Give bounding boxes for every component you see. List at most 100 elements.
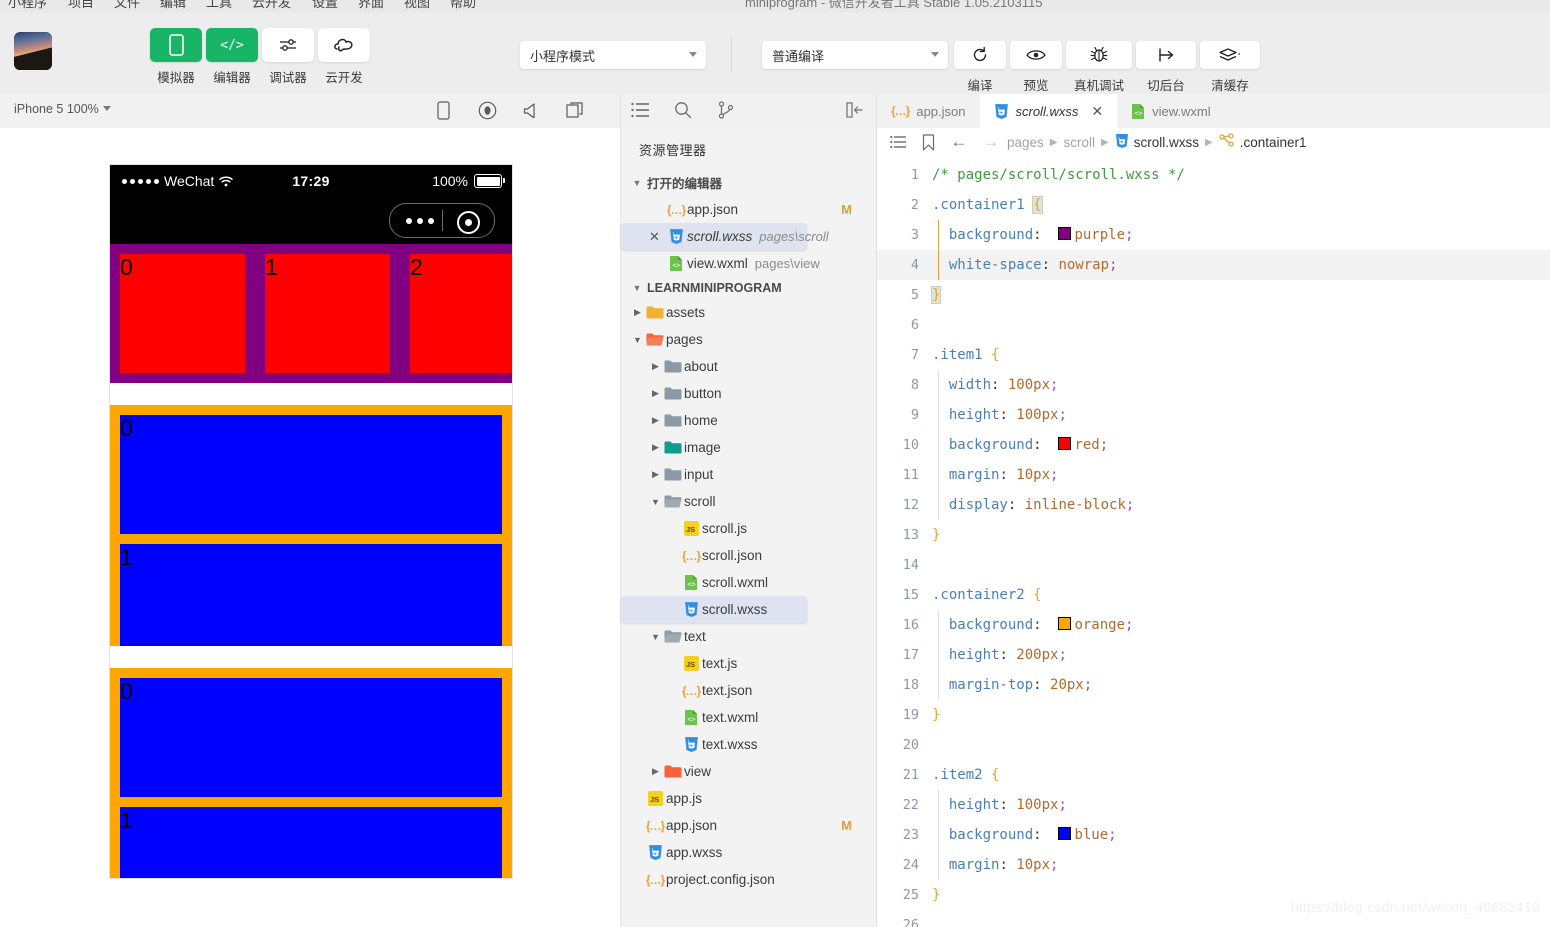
code-line[interactable]: 9 height: 100px; <box>877 400 1550 430</box>
code-line[interactable]: 5} <box>877 280 1550 310</box>
file-tree-item[interactable]: ▶home <box>621 407 876 434</box>
file-tree-item[interactable]: ▶image <box>621 434 876 461</box>
code-line[interactable]: 21.item2 { <box>877 760 1550 790</box>
file-tree-item[interactable]: {…}text.json <box>621 677 876 704</box>
menu-item[interactable]: 帮助 <box>450 0 476 11</box>
code-line[interactable]: 13} <box>877 520 1550 550</box>
code-line[interactable]: 11 margin: 10px; <box>877 460 1550 490</box>
menu-item[interactable]: 工具 <box>206 0 232 11</box>
code-line[interactable]: 4 white-space: nowrap; <box>877 250 1550 280</box>
files-icon[interactable] <box>628 98 652 122</box>
code-line[interactable]: 15.container2 { <box>877 580 1550 610</box>
file-tree-item[interactable]: app.wxss <box>621 839 876 866</box>
scroll-container-vertical-1[interactable]: 01 <box>110 405 512 646</box>
chevron-down-icon[interactable]: ▼ <box>649 497 662 507</box>
editor-tab[interactable]: scroll.wxss✕ <box>980 94 1118 128</box>
code-line[interactable]: 19} <box>877 700 1550 730</box>
menu-item[interactable]: 界面 <box>358 0 384 11</box>
file-tree-item[interactable]: ▶about <box>621 353 876 380</box>
scroll-container-horizontal[interactable]: 012 <box>110 244 512 383</box>
chevron-right-icon[interactable]: ▶ <box>649 415 662 426</box>
collapse-panel-icon[interactable] <box>843 98 867 122</box>
code-line[interactable]: 1/* pages/scroll/scroll.wxss */ <box>877 160 1550 190</box>
code-line[interactable]: 17 height: 200px; <box>877 640 1550 670</box>
close-icon[interactable]: ✕ <box>1091 104 1103 118</box>
code-line[interactable]: 16 background: orange; <box>877 610 1550 640</box>
chevron-right-icon[interactable]: ▶ <box>649 469 662 480</box>
file-tree-item[interactable]: ▶input <box>621 461 876 488</box>
file-tree-item[interactable]: ▶button <box>621 380 876 407</box>
chevron-right-icon[interactable]: ▶ <box>649 361 662 372</box>
toolbar-button-simulator[interactable]: 模拟器 <box>150 28 202 86</box>
file-tree-item[interactable]: <>text.wxml <box>621 704 876 731</box>
action-compile[interactable]: 编译 <box>954 41 1006 94</box>
menu-item[interactable]: 云开发 <box>252 0 291 11</box>
open-editors-section[interactable]: ▼ 打开的编辑器 <box>621 169 876 196</box>
editor-tab[interactable]: <>view.wxml <box>1117 94 1225 128</box>
action-real-device-debug[interactable]: 真机调试 <box>1066 41 1132 94</box>
action-preview[interactable]: 预览 <box>1010 41 1062 94</box>
user-avatar[interactable] <box>14 32 52 70</box>
menu-item[interactable]: 项目 <box>68 0 94 11</box>
breadcrumb-segment-scroll[interactable]: scroll <box>1064 135 1096 150</box>
rotate-device-icon[interactable] <box>432 98 454 122</box>
code-line[interactable]: 10 background: red; <box>877 430 1550 460</box>
chevron-right-icon[interactable]: ▶ <box>631 307 644 318</box>
file-tree-item[interactable]: ▶assets <box>621 299 876 326</box>
breadcrumb-segment-selector[interactable]: .container1 <box>1240 135 1307 150</box>
code-line[interactable]: 20 <box>877 730 1550 760</box>
chevron-down-icon[interactable]: ▼ <box>631 335 644 345</box>
project-section[interactable]: ▼ LEARNMINIPROGRAM <box>621 277 876 299</box>
breadcrumb-segment-pages[interactable]: pages <box>1007 135 1044 150</box>
compile-select[interactable]: 普通编译 <box>762 41 948 69</box>
screenshot-icon[interactable] <box>564 98 586 122</box>
toolbar-button-cloud[interactable]: 云开发 <box>318 28 370 86</box>
code-line[interactable]: 24 margin: 10px; <box>877 850 1550 880</box>
toolbar-button-editor[interactable]: </> 编辑器 <box>206 28 258 86</box>
file-tree-item[interactable]: <>scroll.wxml <box>621 569 876 596</box>
file-tree-item[interactable]: scroll.wxss <box>621 596 807 623</box>
menu-item[interactable]: 小程序 <box>8 0 47 11</box>
menu-item[interactable]: 视图 <box>404 0 430 11</box>
file-tree-item[interactable]: ▼text <box>621 623 876 650</box>
menu-item[interactable]: 设置 <box>312 0 338 11</box>
file-tree-item[interactable]: {…}scroll.json <box>621 542 876 569</box>
menu-item[interactable]: 编辑 <box>160 0 186 11</box>
chevron-right-icon[interactable]: ▶ <box>649 766 662 777</box>
file-tree-item[interactable]: {…}project.config.json <box>621 866 876 893</box>
toolbar-button-debugger[interactable]: 调试器 <box>262 28 314 86</box>
open-editor-item[interactable]: {…}app.jsonM <box>621 196 876 223</box>
code-area[interactable]: 1/* pages/scroll/scroll.wxss */2.contain… <box>877 160 1550 927</box>
record-icon[interactable] <box>476 98 498 122</box>
chevron-right-icon[interactable]: ▶ <box>649 388 662 399</box>
file-tree-item[interactable]: ▼scroll <box>621 488 876 515</box>
search-icon[interactable] <box>671 98 695 122</box>
forward-arrow-icon[interactable]: → <box>975 132 1007 152</box>
file-tree-item[interactable]: ▶view <box>621 758 876 785</box>
open-editor-item[interactable]: ✕scroll.wxsspages\scroll <box>621 223 807 250</box>
device-selector[interactable]: iPhone 5 100% <box>14 102 111 116</box>
code-line[interactable]: 12 display: inline-block; <box>877 490 1550 520</box>
chevron-down-icon[interactable]: ▼ <box>649 632 662 642</box>
chevron-right-icon[interactable]: ▶ <box>649 442 662 453</box>
code-line[interactable]: 8 width: 100px; <box>877 370 1550 400</box>
wechat-capsule-button[interactable] <box>389 203 495 238</box>
code-line[interactable]: 7.item1 { <box>877 340 1550 370</box>
code-line[interactable]: 14 <box>877 550 1550 580</box>
mode-select[interactable]: 小程序模式 <box>520 41 706 69</box>
open-editor-item[interactable]: <>view.wxmlpages\view <box>621 250 876 277</box>
menu-bar[interactable]: miniprogram - 微信开发者工具 Stable 1.05.210311… <box>0 0 1550 12</box>
code-line[interactable]: 23 background: blue; <box>877 820 1550 850</box>
editor-tab[interactable]: {…}app.json <box>877 94 980 128</box>
menu-item[interactable]: 文件 <box>114 0 140 11</box>
file-tree-item[interactable]: {…}app.jsonM <box>621 812 876 839</box>
file-tree-item[interactable]: text.wxss <box>621 731 876 758</box>
bookmark-icon[interactable] <box>913 134 943 151</box>
code-line[interactable]: 22 height: 100px; <box>877 790 1550 820</box>
back-arrow-icon[interactable]: ← <box>943 132 975 152</box>
code-line[interactable]: 18 margin-top: 20px; <box>877 670 1550 700</box>
file-tree-item[interactable]: JSscroll.js <box>621 515 876 542</box>
code-line[interactable]: 2.container1 { <box>877 190 1550 220</box>
breadcrumb-segment-file[interactable]: scroll.wxss <box>1134 135 1199 150</box>
file-tree-item[interactable]: ▼pages <box>621 326 876 353</box>
